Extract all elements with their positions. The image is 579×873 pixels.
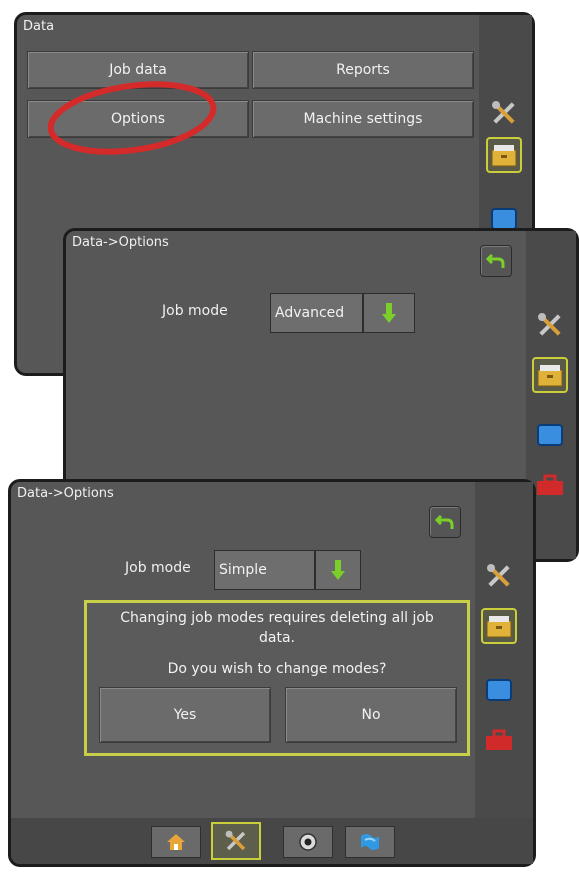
display-icon[interactable] xyxy=(532,417,568,453)
no-button[interactable]: No xyxy=(285,687,457,743)
home-icon xyxy=(167,834,185,850)
tools-icon[interactable] xyxy=(481,558,517,594)
back-button[interactable] xyxy=(480,245,512,277)
job-mode-label: Job mode xyxy=(162,303,228,319)
map-tab[interactable] xyxy=(345,826,395,858)
data-folder-icon[interactable] xyxy=(481,608,517,644)
yes-button[interactable]: Yes xyxy=(99,687,271,743)
guidance-tab[interactable] xyxy=(283,826,333,858)
job-mode-select[interactable]: Advanced xyxy=(270,293,363,333)
back-arrow-icon xyxy=(486,253,505,268)
job-mode-dropdown-button[interactable] xyxy=(315,550,361,590)
back-arrow-icon xyxy=(435,514,454,529)
tools-icon[interactable] xyxy=(486,95,522,131)
options-screen-simple-panel: Data->Options Job mode Simple Changing j… xyxy=(8,479,536,867)
back-button[interactable] xyxy=(429,506,461,538)
arrow-down-icon xyxy=(382,303,396,323)
guidance-icon xyxy=(299,833,317,851)
job-mode-label: Job mode xyxy=(125,560,191,576)
page-title: Data->Options xyxy=(72,235,169,250)
dialog-question: Do you wish to change modes? xyxy=(167,661,387,677)
page-title: Data xyxy=(23,19,55,34)
map-icon xyxy=(361,834,379,850)
page-title: Data->Options xyxy=(17,486,114,501)
data-folder-icon[interactable] xyxy=(486,137,522,173)
data-folder-icon[interactable] xyxy=(532,357,568,393)
home-tab[interactable] xyxy=(151,826,201,858)
reports-button[interactable]: Reports xyxy=(252,51,474,89)
arrow-down-icon xyxy=(331,560,345,580)
toolbox-icon[interactable] xyxy=(481,722,517,758)
toolbox-icon[interactable] xyxy=(532,467,568,503)
bottom-nav-bar xyxy=(11,818,533,864)
dialog-message: Changing job modes requires deleting all… xyxy=(120,610,434,626)
tools-tab[interactable] xyxy=(211,822,261,860)
display-icon[interactable] xyxy=(481,672,517,708)
machine-settings-button[interactable]: Machine settings xyxy=(252,100,474,138)
tools-icon xyxy=(225,830,246,851)
confirm-dialog: Changing job modes requires deleting all… xyxy=(84,600,470,756)
job-mode-select[interactable]: Simple xyxy=(214,550,315,590)
highlight-ellipse xyxy=(47,81,217,155)
job-mode-dropdown-button[interactable] xyxy=(363,293,415,333)
dialog-message-cont: data. xyxy=(259,630,295,646)
tools-icon[interactable] xyxy=(532,307,568,343)
